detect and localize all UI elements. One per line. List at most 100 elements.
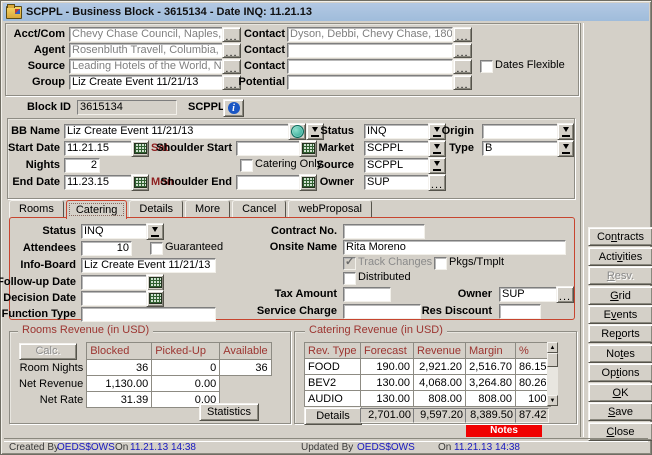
percent-cell[interactable]: 80.26 [516,375,551,391]
contact3-lookup-button[interactable] [453,59,472,74]
cat-status-lov-button[interactable] [146,223,164,240]
blocked-cell[interactable]: 36 [87,360,152,376]
contract-no-field[interactable] [343,224,425,239]
contact2-lookup-button[interactable] [453,43,472,58]
start-date-field[interactable]: 11.21.15 [64,141,134,156]
onsite-name-field[interactable]: Rita Moreno [343,240,566,255]
forecast-cell[interactable]: 190.00 [361,359,414,375]
shoulder-end-calendar-button[interactable] [299,174,317,191]
notes-button[interactable]: Notes [588,344,652,363]
scrollbar-thumb[interactable] [547,353,558,367]
contact1-lookup-button[interactable] [453,27,472,42]
rev-type-cell[interactable]: FOOD [305,359,361,375]
tab-webproposal[interactable]: webProposal [288,200,372,218]
followup-date-field[interactable] [81,275,148,290]
reports-button[interactable]: Reports [588,324,652,343]
cat-owner-lookup-button[interactable] [556,286,574,303]
scroll-down-icon[interactable] [547,395,558,406]
translate-button[interactable] [288,123,306,140]
events-button[interactable]: Events [588,305,652,324]
agent-lookup-button[interactable] [222,43,241,58]
revenue-cell[interactable]: 808.00 [414,391,466,407]
function-type-field[interactable] [81,307,216,322]
forecast-cell[interactable]: 130.00 [361,375,414,391]
decision-date-field[interactable] [81,291,148,306]
property-info-button[interactable]: i [223,99,244,117]
statistics-button[interactable]: Statistics [199,403,259,421]
shoulder-end-field[interactable] [236,175,302,190]
acct-com-field[interactable]: Chevy Chase Council, Naples, [69,27,224,42]
bb-source-field[interactable]: SCPPL [364,158,430,173]
margin-cell[interactable]: 2,516.70 [466,359,516,375]
tab-details[interactable]: Details [129,200,183,218]
blocked-cell[interactable]: 1,130.00 [87,376,152,392]
activities-button[interactable]: Activities [588,247,652,266]
info-board-field[interactable]: Liz Create Event 11/21/13 [81,258,216,273]
end-date-calendar-button[interactable] [131,174,149,191]
market-lov-button[interactable] [428,140,446,157]
blocked-cell[interactable]: 31.39 [87,392,152,408]
potential-field[interactable] [287,75,453,90]
status-field[interactable]: INQ [364,124,430,139]
contact3-field[interactable] [287,59,453,74]
percent-cell[interactable]: 100 [516,391,551,407]
shoulder-start-calendar-button[interactable] [299,140,317,157]
revenue-cell[interactable]: 4,068.00 [414,375,466,391]
agent-field[interactable]: Rosenbluth Travell, Columbia, 1800-r [69,43,224,58]
margin-cell[interactable]: 3,264.80 [466,375,516,391]
contact2-field[interactable] [287,43,453,58]
rev-type-cell[interactable]: BEV2 [305,375,361,391]
catering-only-checkbox[interactable] [240,159,253,172]
cat-status-field[interactable]: INQ [81,224,148,239]
grid-button[interactable]: Grid [588,286,652,305]
type-field[interactable]: B [482,141,560,156]
contact1-field[interactable]: Dyson, Debbi, Chevy Chase, 1800-123- [287,27,453,42]
rev-type-cell[interactable]: AUDIO [305,391,361,407]
dates-flexible-checkbox[interactable] [480,60,493,73]
tab-more[interactable]: More [185,200,230,218]
source-lookup-button[interactable] [222,59,241,74]
title-bar[interactable]: SCPPL - Business Block - 3615134 - Date … [3,3,649,21]
group-field[interactable]: Liz Create Event 11/21/13 [69,75,224,90]
tax-amount-field[interactable] [343,287,391,302]
bb-name-field[interactable]: Liz Create Event 11/21/13 [64,124,290,139]
guaranteed-checkbox[interactable] [150,242,163,255]
res-discount-field[interactable] [499,304,541,319]
end-date-field[interactable]: 11.23.15 [64,175,134,190]
service-charge-field[interactable] [343,304,421,319]
details-button[interactable]: Details [304,407,362,425]
pkgs-tmplt-checkbox[interactable] [434,257,447,270]
market-field[interactable]: SCPPL [364,141,430,156]
origin-lov-button[interactable] [557,123,574,140]
potential-lookup-button[interactable] [453,75,472,90]
decision-calendar-button[interactable] [146,290,164,307]
picked-cell[interactable]: 0 [152,360,220,376]
nights-field[interactable]: 2 [64,158,100,173]
distributed-checkbox[interactable] [343,272,356,285]
forecast-cell[interactable]: 130.00 [361,391,414,407]
contracts-button[interactable]: Contracts [588,227,652,246]
attendees-field[interactable]: 10 [81,241,132,256]
acct-com-lookup-button[interactable] [222,27,241,42]
margin-cell[interactable]: 808.00 [466,391,516,407]
save-button[interactable]: Save [588,402,652,421]
tab-cancel[interactable]: Cancel [232,200,286,218]
bb-source-lov-button[interactable] [428,157,446,174]
origin-field[interactable] [482,124,560,139]
tab-catering[interactable]: Catering [66,200,128,219]
revenue-cell[interactable]: 2,921.20 [414,359,466,375]
followup-calendar-button[interactable] [146,274,164,291]
source-field[interactable]: Leading Hotels of the World, Naples, [69,59,224,74]
start-date-calendar-button[interactable] [131,140,149,157]
owner-field[interactable]: SUP [364,175,430,190]
tab-rooms[interactable]: Rooms [9,200,64,218]
options-button[interactable]: Options [588,363,652,382]
scroll-up-icon[interactable] [547,342,558,353]
shoulder-start-field[interactable] [236,141,302,156]
available-cell[interactable]: 36 [220,360,271,376]
picked-cell[interactable]: 0.00 [152,376,220,392]
type-lov-button[interactable] [557,140,574,157]
table-scrollbar[interactable] [547,342,558,406]
cat-owner-field[interactable]: SUP [499,287,559,302]
ok-button[interactable]: OK [588,383,652,402]
